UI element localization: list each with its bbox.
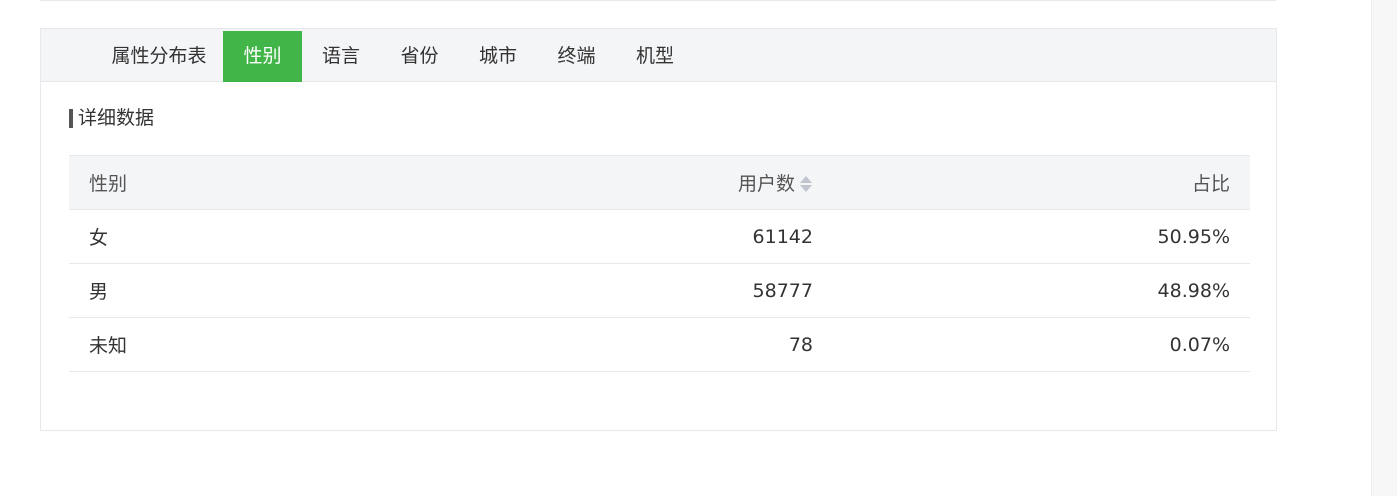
column-header-users[interactable]: 用户数 (449, 155, 833, 210)
tab-device-model[interactable]: 机型 (616, 31, 694, 82)
detail-data-table: 性别 用户数 占比 女 61142 50.95% 男 58777 48.98% … (69, 155, 1250, 372)
column-header-gender: 性别 (69, 155, 449, 210)
table-row: 男 58777 48.98% (69, 263, 1250, 318)
cell-ratio: 0.07% (833, 317, 1250, 372)
previous-panel-edge (40, 0, 1276, 1)
sort-icon[interactable] (799, 175, 813, 193)
column-header-users-label: 用户数 (737, 173, 795, 195)
section-title-bar (69, 108, 73, 128)
tab-gender[interactable]: 性别 (223, 31, 302, 82)
tab-terminal[interactable]: 终端 (537, 31, 616, 82)
cell-users: 78 (449, 317, 833, 372)
cell-gender: 男 (69, 263, 449, 318)
tab-city[interactable]: 城市 (459, 31, 537, 82)
table-row: 女 61142 50.95% (69, 209, 1250, 264)
cell-gender: 女 (69, 209, 449, 264)
tab-bar: 属性分布表 性别 语言 省份 城市 终端 机型 (41, 29, 1276, 82)
section-title-text: 详细数据 (78, 107, 155, 129)
window-scrollbar-strip[interactable] (1371, 0, 1397, 496)
table-row: 未知 78 0.07% (69, 317, 1250, 372)
tab-language[interactable]: 语言 (302, 31, 380, 82)
column-header-ratio: 占比 (833, 155, 1250, 210)
cell-ratio: 50.95% (833, 209, 1250, 264)
cell-gender: 未知 (69, 317, 449, 372)
cell-users: 61142 (449, 209, 833, 264)
attribute-distribution-panel: 属性分布表 性别 语言 省份 城市 终端 机型 详细数据 性别 用户数 占比 女… (40, 28, 1277, 431)
cell-users: 58777 (449, 263, 833, 318)
tab-attribute-distribution[interactable]: 属性分布表 (99, 31, 219, 82)
cell-ratio: 48.98% (833, 263, 1250, 318)
section-title: 详细数据 (69, 105, 154, 131)
tab-province[interactable]: 省份 (380, 31, 459, 82)
table-header-row: 性别 用户数 占比 (69, 155, 1250, 210)
